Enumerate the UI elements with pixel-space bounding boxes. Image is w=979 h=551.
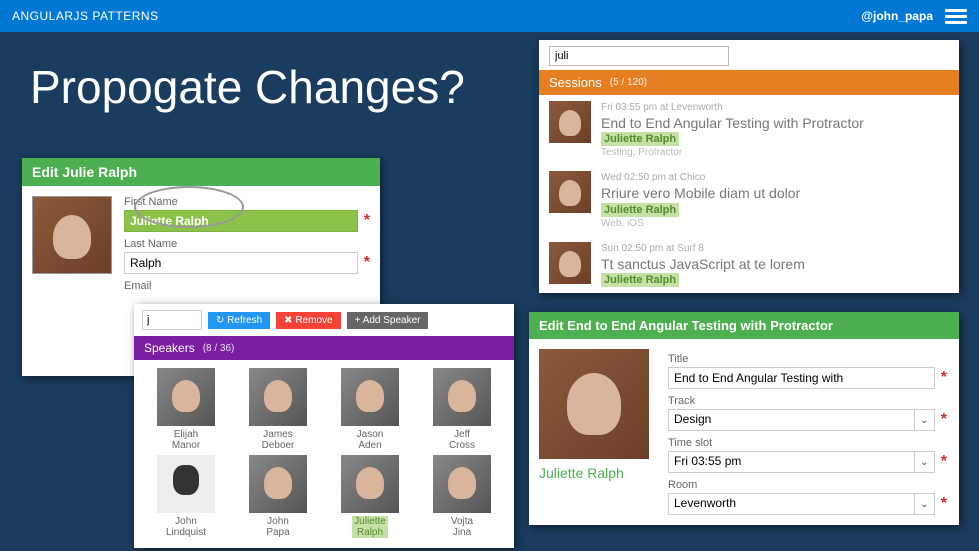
speaker-card[interactable]: JohnPapa <box>234 455 322 540</box>
required-asterisk: * <box>364 212 370 230</box>
timeslot-label: Time slot <box>668 437 947 449</box>
top-bar: ANGULARJS PATTERNS @john_papa <box>0 0 979 32</box>
remove-button[interactable]: ✖ Remove <box>276 312 340 329</box>
track-select[interactable]: Design⌄ <box>668 409 935 431</box>
avatar <box>549 171 591 213</box>
edit-session-panel: Edit End to End Angular Testing with Pro… <box>529 312 959 525</box>
sessions-search-input[interactable] <box>549 46 729 66</box>
email-label: Email <box>124 280 370 292</box>
sessions-header-label: Sessions <box>549 75 602 90</box>
room-select[interactable]: Levenworth⌄ <box>668 493 935 515</box>
avatar <box>249 455 307 513</box>
panel-header: Edit Julie Ralph <box>22 158 380 186</box>
speaker-card[interactable]: JohnLindquist <box>142 455 230 540</box>
sessions-panel: Sessions (5 / 120) Fri 03:55 pm at Leven… <box>539 40 959 293</box>
session-title: End to End Angular Testing with Protract… <box>601 114 949 132</box>
room-label: Room <box>668 479 947 491</box>
required-asterisk: * <box>364 254 370 272</box>
session-row[interactable]: Fri 03:55 pm at Levenworth End to End An… <box>539 95 959 165</box>
avatar <box>157 368 215 426</box>
avatar <box>341 455 399 513</box>
title-label: Title <box>668 353 947 365</box>
speakers-panel: ↻ Refresh ✖ Remove + Add Speaker Speaker… <box>134 304 514 548</box>
speakers-header: Speakers (8 / 36) <box>134 336 514 360</box>
app-title: ANGULARJS PATTERNS <box>12 9 159 23</box>
speaker-card[interactable]: VojtaJina <box>418 455 506 540</box>
refresh-button[interactable]: ↻ Refresh <box>208 312 270 329</box>
speaker-card[interactable]: JeffCross <box>418 368 506 451</box>
session-row[interactable]: Wed 02:50 pm at Chico Rriure vero Mobile… <box>539 165 959 235</box>
first-name-input[interactable] <box>124 210 358 232</box>
last-name-input[interactable] <box>124 252 358 274</box>
speaker-card[interactable]: JulietteRalph <box>326 455 414 540</box>
session-speaker: Juliette Ralph <box>601 132 679 146</box>
speaker-card[interactable]: JamesDeboer <box>234 368 322 451</box>
session-title: Rriure vero Mobile diam ut dolor <box>601 184 949 202</box>
chevron-down-icon: ⌄ <box>914 410 934 430</box>
session-row[interactable]: Sun 02:50 pm at Surf 8 Tt sanctus JavaSc… <box>539 236 959 293</box>
speaker-card[interactable]: JasonAden <box>326 368 414 451</box>
avatar <box>433 455 491 513</box>
avatar <box>549 101 591 143</box>
first-name-label: First Name <box>124 196 370 208</box>
sessions-count: (5 / 120) <box>610 77 647 88</box>
required-asterisk: * <box>941 453 947 471</box>
chevron-down-icon: ⌄ <box>914 494 934 514</box>
title-input[interactable] <box>668 367 935 389</box>
session-title: Tt sanctus JavaScript at te lorem <box>601 255 949 273</box>
required-asterisk: * <box>941 495 947 513</box>
avatar <box>157 455 215 513</box>
required-asterisk: * <box>941 411 947 429</box>
chevron-down-icon: ⌄ <box>914 452 934 472</box>
required-asterisk: * <box>941 369 947 387</box>
session-speaker: Juliette Ralph <box>601 273 679 287</box>
session-meta: Wed 02:50 pm at Chico <box>601 171 949 184</box>
track-label: Track <box>668 395 947 407</box>
avatar <box>341 368 399 426</box>
last-name-label: Last Name <box>124 238 370 250</box>
panel-header: Edit End to End Angular Testing with Pro… <box>529 312 959 339</box>
sessions-header: Sessions (5 / 120) <box>539 70 959 95</box>
menu-icon[interactable] <box>945 9 967 24</box>
slide-title: Propogate Changes? <box>30 60 465 114</box>
avatar <box>549 242 591 284</box>
avatar <box>433 368 491 426</box>
timeslot-select[interactable]: Fri 03:55 pm⌄ <box>668 451 935 473</box>
twitter-handle: @john_papa <box>861 9 933 23</box>
session-speaker: Juliette Ralph <box>601 203 679 217</box>
speakers-header-label: Speakers <box>144 341 195 355</box>
speaker-card[interactable]: ElijahManor <box>142 368 230 451</box>
speakers-count: (8 / 36) <box>203 343 235 354</box>
session-meta: Sun 02:50 pm at Surf 8 <box>601 242 949 255</box>
add-speaker-button[interactable]: + Add Speaker <box>347 312 429 329</box>
avatar[interactable] <box>539 349 649 459</box>
session-tags: Testing, Protractor <box>601 146 949 159</box>
speaker-name: Juliette Ralph <box>539 465 654 481</box>
session-meta: Fri 03:55 pm at Levenworth <box>601 101 949 114</box>
session-tags: Web, iOS <box>601 217 949 230</box>
avatar[interactable] <box>32 196 112 274</box>
speakers-search-input[interactable] <box>142 310 202 330</box>
avatar <box>249 368 307 426</box>
